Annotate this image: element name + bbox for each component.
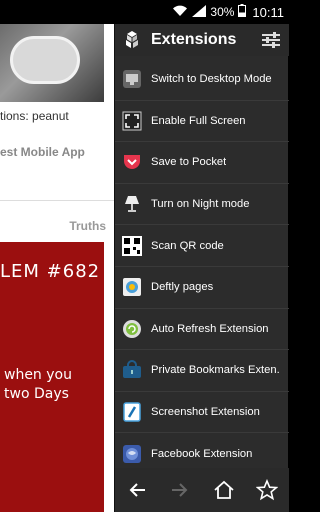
extension-label: Private Bookmarks Exten. xyxy=(151,364,280,377)
signal-icon xyxy=(192,4,207,20)
extensions-list: Switch to Desktop Mode Enable Full Scree… xyxy=(115,59,289,475)
extension-label: Screenshot Extension xyxy=(151,406,260,419)
extension-label: Deftly pages xyxy=(151,281,214,294)
background-web-page[interactable]: tions: peanut est Mobile App Truths LEM … xyxy=(0,24,114,512)
image-content xyxy=(10,36,80,84)
home-icon xyxy=(214,480,234,499)
extensions-drawer: Extensions Switch to Desktop Mode Enable… xyxy=(114,24,289,512)
qr-code-icon xyxy=(122,235,142,256)
extension-item-screenshot[interactable]: Screenshot Extension xyxy=(115,392,289,434)
status-icons: 30% 10:11 xyxy=(172,0,284,24)
deftly-icon xyxy=(122,277,142,297)
extension-label: Auto Refresh Extension xyxy=(151,322,269,335)
extension-label: Scan QR code xyxy=(151,239,224,252)
extension-label: Facebook Extension xyxy=(151,447,253,460)
bottom-navigation xyxy=(115,468,289,512)
extensions-logo-icon xyxy=(122,30,142,50)
app-link[interactable]: est Mobile App xyxy=(0,145,85,159)
card-text-line: when you xyxy=(4,367,72,383)
extension-item-auto-refresh[interactable]: Auto Refresh Extension xyxy=(115,309,289,351)
settings-sliders-icon[interactable] xyxy=(261,30,281,50)
section-label[interactable]: Truths xyxy=(69,219,106,233)
drawer-header: Extensions xyxy=(115,24,289,56)
screenshot-icon xyxy=(122,402,142,422)
extension-item-pocket[interactable]: Save to Pocket xyxy=(115,142,289,184)
article-caption: tions: peanut xyxy=(0,109,69,123)
back-button[interactable] xyxy=(115,468,159,512)
lock-icon xyxy=(122,360,142,380)
forward-button[interactable] xyxy=(159,468,203,512)
facebook-icon xyxy=(122,444,142,464)
extension-label: Save to Pocket xyxy=(151,156,227,169)
comic-card[interactable]: LEM #682 when you two Days xyxy=(0,242,104,512)
forward-arrow-icon xyxy=(172,483,188,497)
lamp-icon xyxy=(122,194,142,214)
star-icon xyxy=(256,479,279,501)
extension-label: Enable Full Screen xyxy=(151,114,246,127)
pocket-icon xyxy=(122,152,142,172)
home-button[interactable] xyxy=(202,468,246,512)
fullscreen-icon xyxy=(122,111,142,131)
extension-item-qr-code[interactable]: Scan QR code xyxy=(115,225,289,267)
card-title: LEM #682 xyxy=(0,261,101,282)
extension-item-private-bookmarks[interactable]: Private Bookmarks Exten. xyxy=(115,350,289,392)
refresh-icon xyxy=(122,319,142,339)
battery-percent: 30% xyxy=(210,5,235,19)
extension-label: Switch to Desktop Mode xyxy=(151,73,272,86)
back-arrow-icon xyxy=(129,483,145,497)
wifi-icon xyxy=(172,5,188,20)
battery-icon xyxy=(238,4,247,20)
extension-item-night-mode[interactable]: Turn on Night mode xyxy=(115,184,289,226)
extension-item-deftly-pages[interactable]: Deftly pages xyxy=(115,267,289,309)
bookmark-button[interactable] xyxy=(246,468,290,512)
extension-item-full-screen[interactable]: Enable Full Screen xyxy=(115,101,289,143)
desktop-icon xyxy=(122,69,142,89)
article-image[interactable] xyxy=(0,24,104,102)
status-bar: 30% 10:11 xyxy=(0,0,288,24)
card-text-line: two Days xyxy=(4,386,69,402)
extension-label: Turn on Night mode xyxy=(151,198,250,211)
clock: 10:11 xyxy=(252,4,284,20)
drawer-title: Extensions xyxy=(151,31,237,48)
divider xyxy=(0,200,114,201)
extension-item-desktop-mode[interactable]: Switch to Desktop Mode xyxy=(115,59,289,101)
